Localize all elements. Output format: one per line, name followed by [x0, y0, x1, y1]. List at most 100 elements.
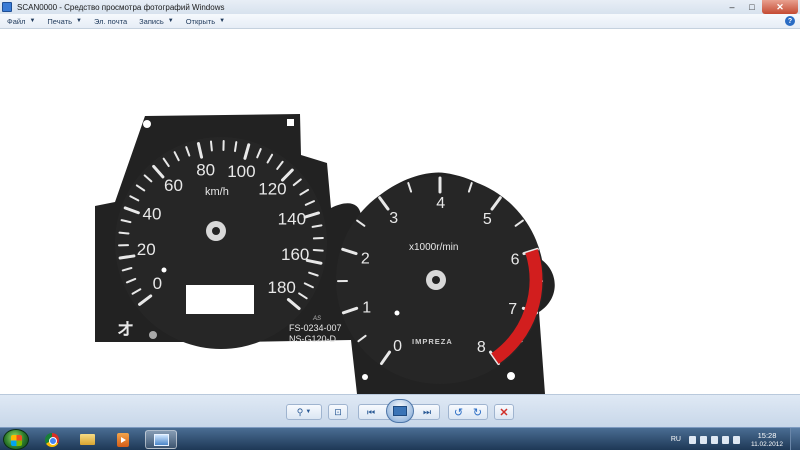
speed-label-80: 80 — [196, 161, 215, 180]
speed-tick — [209, 140, 213, 152]
help-icon[interactable]: ? — [785, 16, 795, 26]
previous-icon: ⏮ — [366, 406, 376, 417]
title-bar: SCAN0000 - Средство просмотра фотографий… — [0, 0, 800, 14]
speed-label-120: 120 — [258, 180, 286, 199]
speed-tick — [233, 141, 238, 153]
speed-unit-label: km/h — [205, 186, 229, 198]
mount-hole — [143, 120, 151, 128]
chrome-icon — [45, 432, 59, 447]
actual-size-button[interactable]: ⊡ — [329, 405, 347, 419]
tach-label-5: 5 — [483, 211, 492, 228]
volume-icon[interactable] — [733, 435, 740, 444]
rotate-group: ↺ ↻ — [448, 404, 488, 420]
mount-hole — [362, 374, 368, 380]
folder-icon — [79, 434, 95, 445]
tach-label-3: 3 — [389, 210, 398, 227]
show-desktop-button[interactable] — [790, 428, 800, 450]
photo-viewer-app-icon — [2, 2, 12, 12]
speed-label-60: 60 — [164, 176, 183, 195]
windows-logo-icon — [11, 435, 22, 446]
next-icon: ⏭ — [422, 406, 432, 417]
speed-label-180: 180 — [267, 278, 295, 297]
image-viewer: 0 20 40 60 80 100 120 140 160 180 0 1 2 … — [0, 30, 800, 394]
menu-email[interactable]: Эл. почта — [94, 17, 127, 26]
slideshow-icon — [393, 406, 407, 416]
minimize-button[interactable]: – — [722, 0, 742, 14]
clock-time: 15:28 — [757, 430, 777, 440]
scanned-photo: 0 20 40 60 80 100 120 140 160 180 0 1 2 … — [95, 30, 706, 394]
gauge-face-image: 0 20 40 60 80 100 120 140 160 180 0 1 2 … — [95, 114, 555, 394]
next-button[interactable]: ⏭ — [415, 405, 439, 419]
zoom-button[interactable]: ⚲ ▼ — [287, 405, 321, 419]
tach-label-6: 6 — [511, 252, 520, 269]
rotate-left-button[interactable]: ↺ — [449, 405, 468, 419]
rotate-right-icon: ↻ — [472, 406, 483, 419]
fit-group: ⊡ — [328, 404, 348, 420]
tach-label-1: 1 — [362, 300, 371, 317]
language-indicator[interactable]: RU — [671, 436, 681, 443]
delete-button[interactable]: ✕ — [495, 405, 513, 419]
chevron-down-icon: ▼ — [167, 18, 174, 24]
speed-needle-hole — [212, 227, 220, 235]
network-icon[interactable] — [711, 435, 718, 444]
clock-date: 11.02.2012 — [750, 440, 784, 448]
speed-label-40: 40 — [143, 205, 162, 224]
maximize-button[interactable]: □ — [742, 0, 762, 14]
flag-icon[interactable] — [700, 435, 707, 444]
system-tray: RU 15:28 11.02.2012 — [671, 428, 800, 450]
speed-label-20: 20 — [137, 240, 156, 259]
media-player-icon — [117, 432, 129, 447]
indicator-dot — [161, 267, 167, 273]
menu-burn[interactable]: Запись ▼ — [139, 17, 174, 26]
speed-tick — [312, 248, 324, 252]
as-logo-mark: AS — [312, 316, 321, 322]
taskbar-media-player[interactable] — [107, 430, 139, 449]
rotate-left-icon: ↺ — [453, 406, 464, 419]
mount-hole — [507, 372, 515, 380]
taskbar-explorer[interactable] — [71, 430, 103, 449]
window-title: SCAN0000 - Средство просмотра фотографий… — [17, 2, 225, 12]
zoom-group: ⚲ ▼ — [286, 404, 322, 420]
speed-tick — [118, 231, 130, 235]
menu-file[interactable]: Файл ▼ — [7, 17, 35, 26]
delete-icon: ✕ — [499, 406, 509, 419]
show-hidden-icons-icon[interactable] — [689, 435, 696, 444]
taskbar: RU 15:28 11.02.2012 — [0, 427, 800, 450]
clock[interactable]: 15:28 11.02.2012 — [744, 431, 790, 449]
mount-hole — [149, 331, 157, 339]
tach-label-2: 2 — [361, 250, 370, 267]
speed-label-160: 160 — [281, 245, 309, 264]
chevron-down-icon: ▼ — [219, 18, 226, 24]
taskbar-chrome[interactable] — [36, 430, 68, 449]
menu-open[interactable]: Открыть ▼ — [186, 17, 225, 26]
part-number-line1: FS-0234-007 — [289, 323, 342, 333]
delete-group: ✕ — [494, 404, 514, 420]
close-button[interactable]: ✕ — [762, 0, 798, 14]
signal-icon[interactable] — [722, 435, 729, 444]
chevron-down-icon: ▼ — [305, 409, 312, 415]
window-controls: – □ ✕ — [722, 0, 798, 14]
mount-hole-square — [287, 119, 294, 126]
chevron-down-icon: ▼ — [75, 18, 82, 24]
speed-tick — [118, 254, 136, 260]
rotate-right-button[interactable]: ↻ — [468, 405, 487, 419]
odometer-window — [186, 285, 254, 314]
menu-bar: Файл ▼ Печать ▼ Эл. почта Запись ▼ Открыть ▼… — [0, 14, 800, 29]
tach-unit-label: x1000r/min — [409, 242, 458, 253]
slideshow-button[interactable] — [386, 399, 414, 423]
photo-viewer-icon — [153, 433, 169, 446]
start-button[interactable] — [3, 429, 29, 450]
menu-print[interactable]: Печать ▼ — [47, 17, 82, 26]
speed-label-100: 100 — [227, 162, 255, 181]
speed-label-0: 0 — [153, 274, 162, 293]
tach-needle-hole — [432, 276, 440, 284]
part-number-line2: NS-G120-D — [289, 334, 337, 344]
speed-label-140: 140 — [278, 210, 306, 229]
chevron-down-icon: ▼ — [29, 18, 36, 24]
fit-window-icon: ⊡ — [334, 406, 342, 417]
tach-label-0: 0 — [393, 338, 402, 355]
tach-label-4: 4 — [436, 195, 445, 212]
taskbar-photo-viewer[interactable] — [145, 430, 177, 449]
viewer-control-bar: ⚲ ▼ ⊡ ⏮ ⏭ ↺ ↻ ✕ — [0, 394, 800, 427]
previous-button[interactable]: ⏮ — [359, 405, 383, 419]
